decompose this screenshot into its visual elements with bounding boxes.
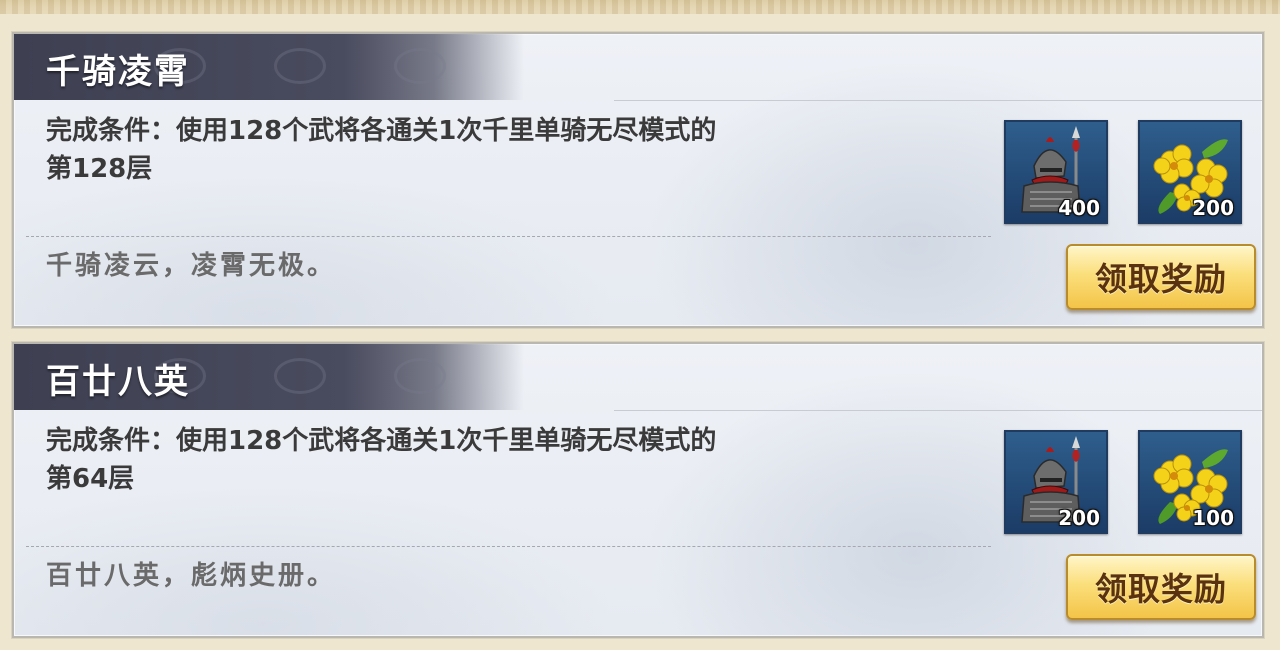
title-banner: 百廿八英: [14, 344, 614, 410]
achievement-card: 百廿八英 完成条件：使用128个武将各通关1次千里单骑无尽模式的 第64层 百廿…: [12, 342, 1264, 638]
achievement-flavor-text: 百廿八英，彪炳史册。: [46, 561, 337, 591]
achievement-flavor-text: 千骑凌云，凌霄无极。: [46, 251, 337, 281]
reward-flower[interactable]: 200: [1138, 120, 1242, 224]
dashed-divider: [26, 236, 991, 237]
title-underline: [614, 100, 1262, 101]
top-border-strip: [0, 0, 1280, 14]
reward-quantity: 400: [1058, 196, 1100, 220]
achievement-card: 千骑凌霄 完成条件：使用128个武将各通关1次千里单骑无尽模式的 第128层 千…: [12, 32, 1264, 328]
reward-quantity: 100: [1192, 506, 1234, 530]
reward-flower[interactable]: 100: [1138, 430, 1242, 534]
condition-line-2: 第64层: [46, 464, 135, 494]
achievement-title: 百廿八英: [46, 362, 190, 402]
reward-armor[interactable]: 200: [1004, 430, 1108, 534]
title-banner: 千骑凌霄: [14, 34, 614, 100]
reward-quantity: 200: [1058, 506, 1100, 530]
claim-reward-button[interactable]: 领取奖励: [1066, 244, 1256, 310]
reward-quantity: 200: [1192, 196, 1234, 220]
title-underline: [614, 410, 1262, 411]
achievement-condition: 完成条件：使用128个武将各通关1次千里单骑无尽模式的 第64层: [46, 422, 976, 498]
condition-line-1: 完成条件：使用128个武将各通关1次千里单骑无尽模式的: [46, 426, 717, 456]
achievement-title: 千骑凌霄: [46, 52, 190, 92]
reward-armor[interactable]: 400: [1004, 120, 1108, 224]
achievement-condition: 完成条件：使用128个武将各通关1次千里单骑无尽模式的 第128层: [46, 112, 976, 188]
claim-reward-button[interactable]: 领取奖励: [1066, 554, 1256, 620]
dashed-divider: [26, 546, 991, 547]
condition-line-1: 完成条件：使用128个武将各通关1次千里单骑无尽模式的: [46, 116, 717, 146]
condition-line-2: 第128层: [46, 154, 153, 184]
